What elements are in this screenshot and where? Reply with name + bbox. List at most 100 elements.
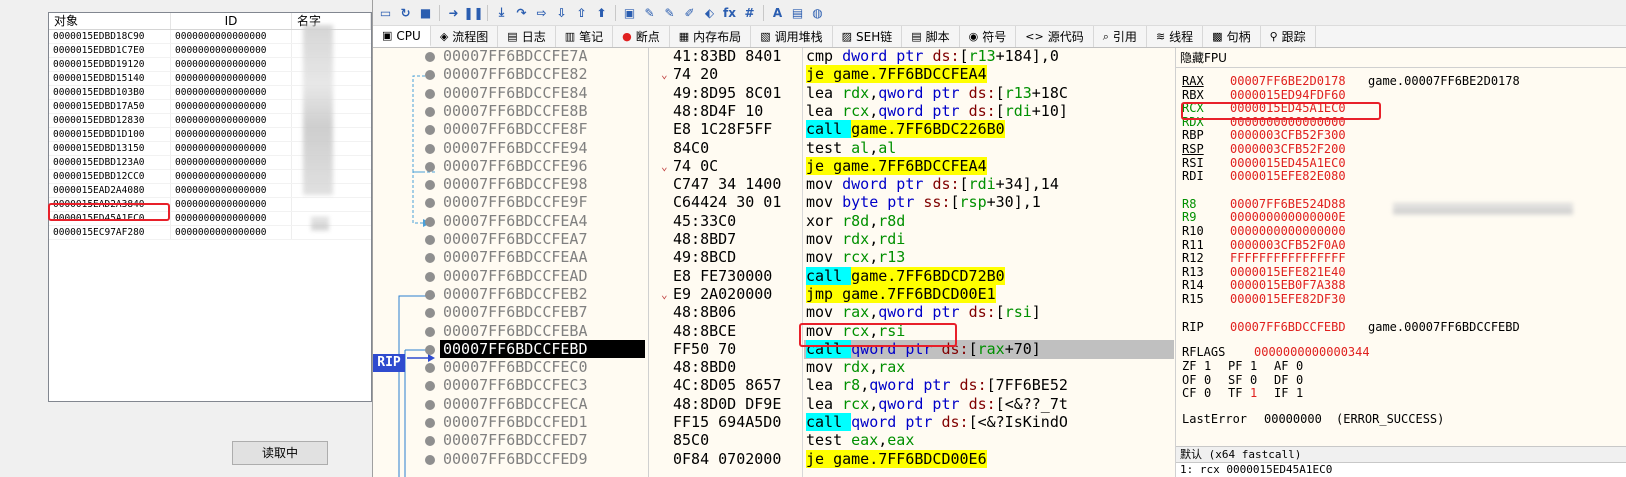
tab-references[interactable]: ⌕ 引用 [1094,26,1147,47]
tab-seh[interactable]: ▨ SEH链 [833,26,903,47]
tab-call-stack[interactable]: ▧ 调用堆栈 [751,26,833,47]
disasm-row[interactable]: 00007FF6BDCCFECA 48:8D0D DF9E lea rcx,qwor… [373,394,1175,414]
register-value[interactable]: 0000000000000000 [1230,115,1368,129]
breakpoint-dot[interactable] [425,143,435,154]
register-rip[interactable]: RIP 00007FF6BDCCFEBD game.00007FF6BDCCFEBD [1182,320,1520,334]
disasm-row[interactable]: 00007FF6BDCCFEB7 48:8B06 mov rax,qword ptr… [373,303,1175,323]
tab-cpu[interactable]: ▣ CPU [373,26,431,47]
disasm-row[interactable]: 00007FF6BDCCFE98 C747 34 1400 mov dword pt… [373,175,1175,195]
register-r9[interactable]: R9 000000000000000E [1182,210,1368,224]
disasm-row[interactable]: 00007FF6BDCCFEC3 4C:8D05 8657 lea r8,qword… [373,376,1175,396]
breakpoint-dot[interactable] [425,198,435,209]
register-value[interactable]: 0000015ED45A1EC0 [1230,101,1368,115]
tab-trace[interactable]: ⚲ 跟踪 [1261,26,1316,47]
register-value[interactable]: 0000003CFB52F200 [1230,142,1368,156]
register-value[interactable]: FFFFFFFFFFFFFFFF [1230,251,1368,265]
register-value[interactable]: 0000015EFE82E080 [1230,169,1368,183]
breakpoint-dot[interactable] [425,88,435,99]
register-value[interactable]: 00007FF6BE524D88 [1230,197,1368,211]
breakpoint-dot[interactable] [425,363,435,374]
breakpoint-dot[interactable] [425,454,435,465]
stop-icon[interactable]: ■ [417,4,434,21]
register-r10[interactable]: R10 0000000000000000 [1182,224,1368,238]
step-over-icon[interactable]: ↷ [513,4,530,21]
disasm-row[interactable]: 00007FF6BDCCFEB2 ⌄ E9 2A020000 jmp game.7FF… [373,284,1175,304]
flag-value[interactable]: 1 [1250,386,1274,400]
register-value[interactable]: 0000015EFE821E40 [1230,265,1368,279]
hash-icon[interactable]: # [741,4,758,21]
disasm-row[interactable]: 00007FF6BDCCFEAA 49:8BCD mov rcx,r13 [373,248,1175,268]
register-value[interactable]: 00007FF6BDCCFEBD [1230,320,1368,334]
read-button[interactable]: 读取中 [232,441,328,465]
breakpoint-dot[interactable] [425,235,435,245]
register-panel[interactable]: 隐藏FPU RAX 00007FF6BE2D0178 game.00007FF6BE… [1176,48,1626,446]
tab-memory-map[interactable]: ▦ 内存布局 [670,26,752,47]
disassembly-view[interactable]: 00007FF6BDCCFE7A 41:83BD 8401 cmp dword pt… [373,48,1175,477]
register-value[interactable]: 0000015EB0F7A388 [1230,278,1368,292]
disasm-row[interactable]: 00007FF6BDCCFEC0 48:8BD0 mov rdx,rax [373,358,1175,378]
disasm-row[interactable]: 00007FF6BDCCFED7 85C0 test eax,eax [373,431,1175,451]
tab-log[interactable]: ▤ 日志 [498,26,556,47]
breakpoint-dot[interactable] [425,436,435,447]
flag-value[interactable]: 0 [1250,373,1274,387]
bookmark-icon[interactable]: ✐ [681,4,698,21]
globe-icon[interactable]: ◍ [809,4,826,21]
register-value[interactable]: 00007FF6BE2D0178 [1230,74,1368,88]
step-into-icon[interactable]: ⤓ [493,4,510,21]
register-value[interactable]: 0000015ED45A1EC0 [1230,156,1368,170]
disasm-row[interactable]: 00007FF6BDCCFE7A 41:83BD 8401 cmp dword pt… [373,48,1175,66]
calling-convention-selector[interactable]: 默认 (x64 fastcall) [1176,446,1626,462]
pause-icon[interactable]: ❚❚ [463,4,483,21]
column-header-object[interactable]: 对象 [49,13,171,29]
register-r8[interactable]: R8 00007FF6BE524D88 [1182,197,1368,211]
register-r13[interactable]: R13 0000015EFE821E40 [1182,265,1368,279]
register-lasterror[interactable]: LastError 00000000 (ERROR_SUCCESS) [1182,412,1444,426]
function-icon[interactable]: ⬖ [701,4,718,21]
breakpoint-dot[interactable] [425,70,435,81]
breakpoint-dot[interactable] [425,326,435,337]
breakpoint-dot[interactable] [425,253,435,264]
register-r11[interactable]: R11 0000003CFB52F0A0 [1182,238,1368,252]
breakpoint-dot[interactable] [425,106,435,117]
register-rsi[interactable]: RSI 0000015ED45A1EC0 [1182,156,1368,170]
register-rdi[interactable]: RDI 0000015EFE82E080 [1182,169,1368,183]
run-to-user-code-icon[interactable]: ⬆ [593,4,610,21]
register-value[interactable]: 000000000000000E [1230,210,1368,224]
tab-source[interactable]: <> 源代码 [1016,26,1094,47]
breakpoint-dot[interactable] [425,344,435,355]
disasm-row[interactable]: 00007FF6BDCCFEA7 48:8BD7 mov rdx,rdi [373,230,1175,249]
register-rdx[interactable]: RDX 0000000000000000 [1182,115,1368,129]
register-rbx[interactable]: RBX 0000015ED94FDF60 [1182,88,1368,102]
tab-notes[interactable]: ▥ 笔记 [556,26,614,47]
register-r12[interactable]: R12 FFFFFFFFFFFFFFFF [1182,251,1368,265]
comment-icon[interactable]: ✎ [641,4,658,21]
label-icon[interactable]: ✎ [661,4,678,21]
breakpoint-dot[interactable] [425,271,435,282]
breakpoint-dot[interactable] [425,52,435,62]
trace-over-icon[interactable]: ⇩ [553,4,570,21]
object-list[interactable]: 对象 ID 名字 0000015EDBD18C90 000000000000000… [48,12,372,402]
register-rflags[interactable]: RFLAGS 0000000000000344 [1182,345,1392,359]
breakpoint-dot[interactable] [425,216,435,227]
disasm-row-current[interactable]: 00007FF6BDCCFEBD FF50 70 call qword ptr ds… [373,339,1175,359]
register-rbp[interactable]: RBP 0000003CFB52F300 [1182,128,1368,142]
disasm-row[interactable]: 00007FF6BDCCFEAD E8 FE730000 call game.7FF… [373,266,1175,286]
tab-symbols[interactable]: ◉ 符号 [960,26,1017,47]
table-row[interactable]: 0000015EAD2A3840 0000000000000000 [49,198,371,212]
register-value[interactable]: 0000003CFB52F300 [1230,128,1368,142]
register-value[interactable]: 0000015ED94FDF60 [1230,88,1368,102]
hide-fpu-toggle[interactable]: 隐藏FPU [1176,48,1626,68]
register-rcx[interactable]: RCX 0000015ED45A1EC0 [1182,101,1368,115]
register-value[interactable]: 0000003CFB52F0A0 [1230,238,1368,252]
disasm-row[interactable]: 00007FF6BDCCFE8F E8 1C28F5FF call game.7FF… [373,120,1175,140]
register-rsp[interactable]: RSP 0000003CFB52F200 [1182,142,1368,156]
tab-threads[interactable]: ≋ 线程 [1147,26,1204,47]
patch-icon[interactable]: ▣ [621,4,638,21]
flag-value[interactable]: 1 [1296,386,1320,400]
flag-value[interactable]: 1 [1204,359,1228,373]
breakpoint-dot[interactable] [425,308,435,319]
breakpoint-dot[interactable] [425,289,435,300]
column-header-id[interactable]: ID [171,13,292,29]
tab-breakpoint[interactable]: ● 断点 [613,26,670,47]
register-rax[interactable]: RAX 00007FF6BE2D0178 game.00007FF6BE2D0178 [1182,74,1520,88]
